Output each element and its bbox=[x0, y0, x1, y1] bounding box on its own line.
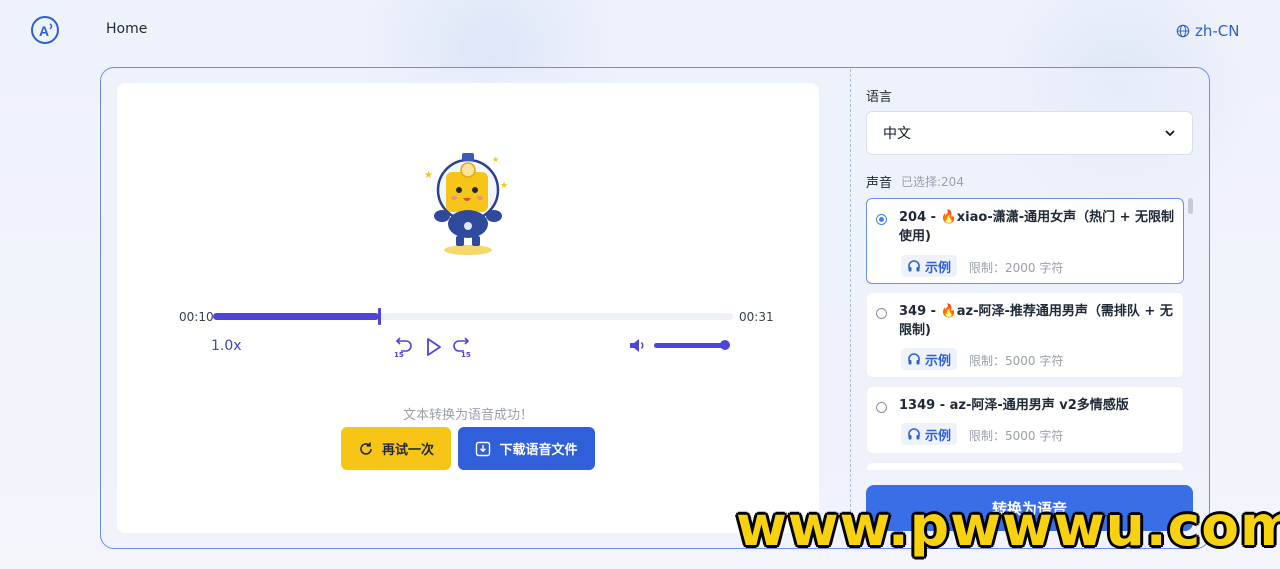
download-button[interactable]: 下载语音文件 bbox=[458, 427, 595, 470]
voice-limit: 限制：5000 字符 bbox=[969, 354, 1064, 368]
language-select[interactable]: 中文 bbox=[866, 111, 1193, 155]
language-label: 语言 bbox=[866, 90, 893, 105]
voice-list-scrollbar[interactable] bbox=[1188, 198, 1193, 214]
voice-title: 349 - 🔥az-阿泽-推荐通用男声（需排队 + 无限制) bbox=[899, 304, 1173, 338]
app-logo-icon[interactable]: A bbox=[30, 15, 60, 45]
success-message: 文本转换为语音成功！ bbox=[402, 408, 533, 423]
voice-radio[interactable] bbox=[876, 402, 887, 413]
language-switcher[interactable]: zh-CN bbox=[1176, 22, 1240, 40]
nav-home-link[interactable]: Home bbox=[106, 21, 147, 37]
refresh-icon bbox=[360, 442, 372, 455]
voice-radio[interactable] bbox=[876, 214, 887, 225]
svg-text:15: 15 bbox=[461, 351, 471, 358]
progress-thumb[interactable] bbox=[378, 308, 382, 325]
rewind-15-icon[interactable]: 15 bbox=[392, 336, 414, 359]
sample-button[interactable]: 示例 bbox=[901, 348, 958, 370]
retry-button[interactable]: 再试一次 bbox=[341, 427, 451, 470]
voice-option[interactable]: 349 - 🔥az-阿泽-推荐通用男声（需排队 + 无限制) 示例 限制：500… bbox=[866, 292, 1184, 378]
headphones-icon bbox=[908, 260, 920, 272]
voice-label: 声音 bbox=[866, 176, 893, 191]
voice-limit: 限制：5000 字符 bbox=[969, 429, 1064, 443]
play-icon[interactable] bbox=[422, 336, 444, 358]
voice-limit: 限制：2000 字符 bbox=[969, 261, 1064, 275]
chevron-down-icon bbox=[1165, 130, 1175, 137]
volume-fill bbox=[654, 343, 725, 348]
sample-button-label: 示例 bbox=[925, 428, 952, 444]
sample-button[interactable]: 示例 bbox=[901, 255, 958, 277]
svg-text:15: 15 bbox=[394, 351, 404, 358]
retry-button-label: 再试一次 bbox=[381, 443, 434, 458]
watermark: www.pwwwu.com bbox=[736, 494, 1280, 558]
total-time: 00:31 bbox=[739, 310, 774, 324]
download-button-label: 下载语音文件 bbox=[499, 443, 578, 458]
progress-bar[interactable] bbox=[213, 308, 733, 325]
voice-option[interactable]: 204 - 🔥xiao-潇潇-通用女声（热门 + 无限制使用) 示例 限制：20… bbox=[866, 198, 1184, 284]
svg-text:A: A bbox=[39, 23, 49, 39]
progress-fill bbox=[213, 313, 380, 320]
current-time: 00:10 bbox=[179, 310, 214, 324]
svg-text:★: ★ bbox=[492, 155, 499, 164]
volume-thumb[interactable] bbox=[720, 340, 730, 350]
globe-icon bbox=[1176, 24, 1190, 38]
voice-option[interactable] bbox=[866, 462, 1184, 470]
headphones-icon bbox=[908, 428, 920, 440]
sample-button-label: 示例 bbox=[925, 353, 952, 369]
sample-button[interactable]: 示例 bbox=[901, 423, 958, 445]
svg-text:★: ★ bbox=[500, 181, 508, 191]
download-icon bbox=[476, 441, 491, 456]
voice-title: 1349 - az-阿泽-通用男声 v2多情感版 bbox=[899, 398, 1129, 413]
voice-option[interactable]: 1349 - az-阿泽-通用男声 v2多情感版 示例 限制：5000 字符 bbox=[866, 386, 1184, 454]
playback-speed[interactable]: 1.0x bbox=[211, 338, 242, 354]
svg-text:★: ★ bbox=[424, 170, 433, 181]
language-select-value: 中文 bbox=[883, 126, 911, 142]
voice-title: 204 - 🔥xiao-潇潇-通用女声（热门 + 无限制使用) bbox=[899, 210, 1175, 244]
volume-icon[interactable] bbox=[629, 337, 647, 354]
voice-list[interactable]: 204 - 🔥xiao-潇潇-通用女声（热门 + 无限制使用) 示例 限制：20… bbox=[866, 196, 1186, 470]
voice-radio[interactable] bbox=[876, 308, 887, 319]
language-switcher-label: zh-CN bbox=[1195, 22, 1240, 40]
forward-15-icon[interactable]: 15 bbox=[451, 336, 473, 359]
voice-selected-count: 已选择:204 bbox=[901, 175, 964, 189]
sample-button-label: 示例 bbox=[925, 260, 952, 276]
headphones-icon bbox=[908, 353, 920, 365]
panel-divider bbox=[850, 69, 851, 547]
mascot-illustration: ★ ★ ★ bbox=[418, 148, 514, 260]
volume-slider[interactable] bbox=[654, 340, 730, 350]
